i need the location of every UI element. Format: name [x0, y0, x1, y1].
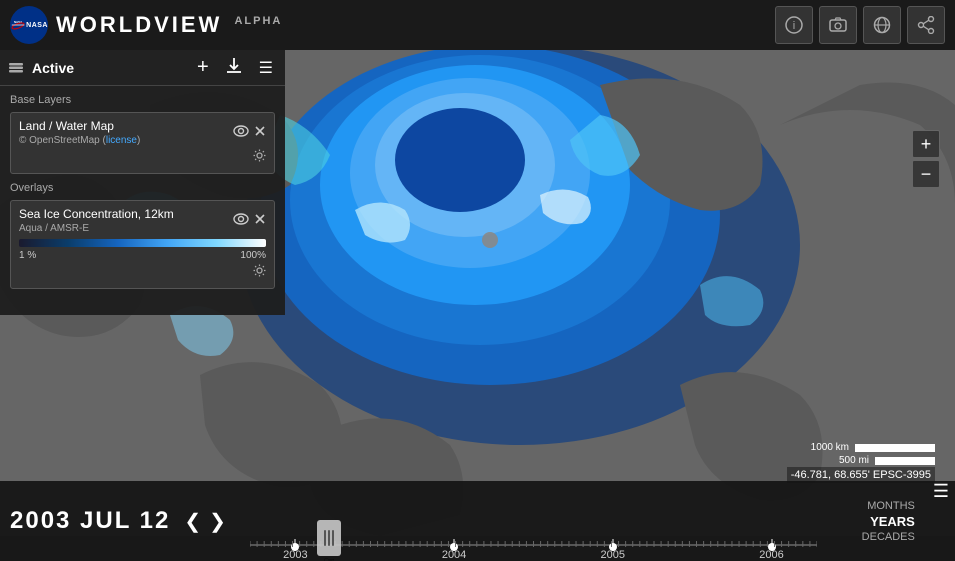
svg-text:i: i: [793, 20, 795, 32]
scale-bar-500: [875, 457, 935, 465]
close-icon-sea-ice[interactable]: [254, 213, 266, 228]
layers-icon: [8, 58, 24, 77]
header-icons: i: [775, 6, 945, 44]
share-button[interactable]: [907, 6, 945, 44]
active-tab-label: Active: [32, 60, 185, 76]
colorbar-sea-ice: [19, 239, 266, 247]
timeline-bar: 2003 JUL 12 ❮ ❯ 2003 2004 2005 2006: [0, 481, 955, 561]
scale-bar-1000: [855, 444, 935, 452]
layer-subtitle-sea-ice: Aqua / AMSR-E: [19, 223, 174, 234]
months-scale[interactable]: MONTHS: [867, 500, 915, 512]
playhead-line-3: [332, 530, 334, 546]
panel-tabs: Active + ☰: [0, 50, 285, 86]
app-title: WORLDVIEW alpha: [56, 12, 775, 38]
scale-bar: 1000 km 500 mi: [811, 442, 935, 466]
timeline-menu-button[interactable]: ☰: [927, 481, 955, 561]
layer-title-sea-ice: Sea Ice Concentration, 12km: [19, 207, 174, 221]
panel-menu-button[interactable]: ☰: [255, 58, 277, 78]
playhead-line-1: [324, 530, 326, 546]
date-display: 2003 JUL 12 ❮ ❯: [0, 481, 240, 561]
base-layers-label: Base Layers: [10, 94, 275, 106]
timeline-container[interactable]: 2003 2004 2005 2006: [240, 481, 827, 561]
panel-body: Base Layers Land / Water Map © OpenStree…: [0, 86, 285, 305]
overlays-label: Overlays: [10, 182, 275, 194]
header: NASA WORLDVIEW alpha i: [0, 0, 955, 50]
camera-button[interactable]: [819, 6, 857, 44]
prev-date-button[interactable]: ❮: [180, 509, 205, 534]
globe-button[interactable]: [863, 6, 901, 44]
timeline-track[interactable]: 2003 2004 2005 2006: [250, 521, 817, 561]
scale-500-label: 500 mi: [839, 455, 869, 466]
next-date-button[interactable]: ❯: [205, 509, 230, 534]
land-water-map-layer: Land / Water Map © OpenStreetMap (licens…: [10, 112, 275, 174]
current-date: 2003 JUL 12: [10, 507, 170, 535]
eye-icon-land-water[interactable]: [233, 125, 249, 140]
info-button[interactable]: i: [775, 6, 813, 44]
layer-title-land-water: Land / Water Map: [19, 119, 140, 133]
left-panel: Active + ☰ Base Layers Land / Water Map …: [0, 50, 285, 315]
license-link[interactable]: license: [106, 135, 137, 146]
playhead[interactable]: ☞: [317, 520, 341, 556]
scale-1000-label: 1000 km: [811, 442, 849, 453]
time-scale-options: MONTHS YEARS DECADES: [827, 481, 927, 561]
close-icon-land-water[interactable]: [254, 125, 266, 140]
colorbar-labels: 1 % 100%: [19, 250, 266, 261]
download-button[interactable]: [221, 56, 247, 79]
zoom-out-button[interactable]: −: [912, 160, 940, 188]
gear-icon-sea-ice[interactable]: [253, 265, 266, 280]
zoom-in-button[interactable]: +: [912, 130, 940, 158]
layer-subtitle-land-water: © OpenStreetMap (license): [19, 135, 140, 146]
sea-ice-layer: Sea Ice Concentration, 12km Aqua / AMSR-…: [10, 200, 275, 289]
years-scale[interactable]: YEARS: [870, 514, 915, 529]
nasa-logo: NASA: [10, 6, 48, 44]
gear-icon-land-water[interactable]: [253, 150, 266, 165]
year-label-2003: 2003: [283, 549, 307, 561]
decades-scale[interactable]: DECADES: [862, 531, 915, 543]
playhead-lines: [324, 530, 334, 546]
playhead-cursor: ☞: [324, 554, 336, 561]
eye-icon-sea-ice[interactable]: [233, 213, 249, 228]
playhead-line-2: [328, 530, 330, 546]
year-label-2006: 2006: [759, 549, 783, 561]
zoom-controls: + −: [912, 130, 940, 188]
add-layer-button[interactable]: +: [193, 56, 213, 79]
year-label-2005: 2005: [601, 549, 625, 561]
year-label-2004: 2004: [442, 549, 466, 561]
